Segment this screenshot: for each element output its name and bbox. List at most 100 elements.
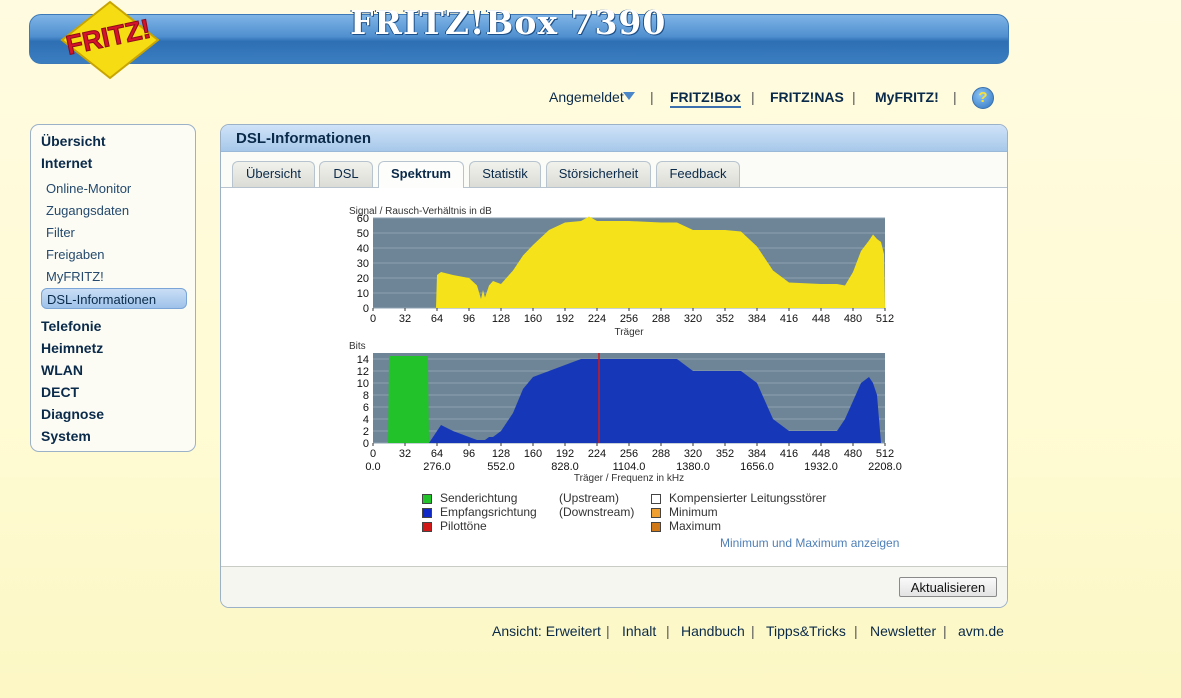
legend-downstream: Empfangsrichtung xyxy=(440,505,537,519)
nav-separator: | xyxy=(751,89,755,105)
x-tick-label: 0 xyxy=(370,313,376,325)
sidebar-item-telefonie[interactable]: Telefonie xyxy=(41,318,101,334)
chart1-ylabel: Signal / Rausch-Verhältnis in dB xyxy=(349,206,492,217)
footer-link-newsletter[interactable]: Newsletter xyxy=(870,623,936,639)
chart1-x-ticks: 0 32 64 96 128 160 192 224 256 288 320 352 384 416 448… xyxy=(370,308,894,325)
y-tick-label: 20 xyxy=(357,273,369,285)
chart2-xlabel: Träger / Frequenz in kHz xyxy=(574,473,684,484)
sidebar-item-myfritz[interactable]: MyFRITZ! xyxy=(46,269,104,284)
y-tick-label: 0 xyxy=(363,303,369,315)
y-tick-label: 10 xyxy=(357,288,369,300)
sidebar-item-dsl-informationen[interactable]: DSL-Informationen xyxy=(41,288,187,309)
tab-dsl[interactable]: DSL xyxy=(319,161,373,187)
content-panel: DSL-Informationen Übersicht DSL Spektrum… xyxy=(220,124,1008,608)
x-tick-label: 320 xyxy=(684,448,702,460)
product-title: FRITZ!Box 7390 xyxy=(350,3,667,42)
x-tick-label: 416 xyxy=(780,448,798,460)
page-title: DSL-Informationen xyxy=(236,130,371,147)
footer-separator: | xyxy=(666,623,670,639)
tab-feedback[interactable]: Feedback xyxy=(656,161,740,187)
x-tick-label: 32 xyxy=(399,448,411,460)
khz-tick-label: 276.0 xyxy=(423,461,451,473)
sidebar-item-heimnetz[interactable]: Heimnetz xyxy=(41,340,103,356)
x-tick-label: 128 xyxy=(492,313,510,325)
x-tick-label: 64 xyxy=(431,448,443,460)
sidebar-item-diagnose[interactable]: Diagnose xyxy=(41,406,104,422)
x-tick-label: 0 xyxy=(370,448,376,460)
y-tick-label: 30 xyxy=(357,258,369,270)
chart2-x-ticks: 0 32 64 96 128 160 192 224 256 288 320 352 384 416 448… xyxy=(370,443,894,460)
x-tick-label: 512 xyxy=(876,448,894,460)
khz-tick-label: 2208.0 xyxy=(868,461,902,473)
x-tick-label: 192 xyxy=(556,448,574,460)
x-tick-label: 128 xyxy=(492,448,510,460)
chevron-down-icon[interactable] xyxy=(623,92,635,100)
footer-link-avm[interactable]: avm.de xyxy=(958,623,1004,639)
x-tick-label: 288 xyxy=(652,313,670,325)
y-tick-label: 2 xyxy=(363,426,369,438)
sidebar-item-wlan[interactable]: WLAN xyxy=(41,362,83,378)
chart2-ylabel: Bits xyxy=(349,341,366,352)
sidebar-item-internet[interactable]: Internet xyxy=(41,155,92,171)
refresh-button[interactable]: Aktualisieren xyxy=(899,577,997,597)
khz-tick-label: 1656.0 xyxy=(740,461,774,473)
sidebar-item-dect[interactable]: DECT xyxy=(41,384,79,400)
nav-separator: | xyxy=(650,89,654,105)
footer-link-ansicht[interactable]: Ansicht: Erweitert xyxy=(492,623,601,639)
chart1-xlabel: Träger xyxy=(614,327,644,338)
show-minmax-link[interactable]: Minimum und Maximum anzeigen xyxy=(720,536,899,550)
tab-bar: Übersicht DSL Spektrum Statistik Störsic… xyxy=(221,161,1007,189)
legend-pilot: Pilottöne xyxy=(440,519,487,533)
chart-area: Signal / Rausch-Verhältnis in dB 0 10 20 30… xyxy=(221,188,1007,566)
legend-upstream: Senderichtung xyxy=(440,491,518,505)
x-tick-label: 224 xyxy=(588,448,606,460)
footer-link-handbuch[interactable]: Handbuch xyxy=(681,623,745,639)
chart1-y-ticks: 0 10 20 30 40 50 60 xyxy=(357,213,369,315)
legend-upstream-note: (Upstream) xyxy=(559,491,620,505)
sidebar-item-system[interactable]: System xyxy=(41,428,91,444)
footer-link-inhalt[interactable]: Inhalt xyxy=(622,623,656,639)
tab-stoersicherheit[interactable]: Störsicherheit xyxy=(546,161,651,187)
nav-link-myfritz[interactable]: MyFRITZ! xyxy=(875,89,939,105)
legend-swatch-maximum xyxy=(651,522,661,532)
tab-uebersicht[interactable]: Übersicht xyxy=(232,161,315,187)
x-tick-label: 32 xyxy=(399,313,411,325)
fritz-logo[interactable]: FRITZ! xyxy=(58,0,162,80)
footer-link-tipps-tricks[interactable]: Tipps&Tricks xyxy=(766,623,846,639)
sidebar-item-zugangsdaten[interactable]: Zugangsdaten xyxy=(46,203,129,218)
khz-tick-label: 1932.0 xyxy=(804,461,838,473)
content-footer: Aktualisieren xyxy=(221,566,1007,607)
footer-separator: | xyxy=(751,623,755,639)
x-tick-label: 352 xyxy=(716,313,734,325)
y-tick-label: 40 xyxy=(357,243,369,255)
x-tick-label: 352 xyxy=(716,448,734,460)
x-tick-label: 256 xyxy=(620,313,638,325)
x-tick-label: 384 xyxy=(748,448,766,460)
y-tick-label: 50 xyxy=(357,228,369,240)
y-tick-label: 8 xyxy=(363,390,369,402)
chart2-y-ticks: 02468101214 xyxy=(357,354,369,450)
x-tick-label: 288 xyxy=(652,448,670,460)
sidebar-item-filter[interactable]: Filter xyxy=(46,225,75,240)
khz-tick-label: 0.0 xyxy=(365,461,380,473)
y-tick-label: 4 xyxy=(363,414,369,426)
x-tick-label: 416 xyxy=(780,313,798,325)
x-tick-label: 480 xyxy=(844,313,862,325)
legend-swatch-downstream xyxy=(422,508,432,518)
x-tick-label: 192 xyxy=(556,313,574,325)
x-tick-label: 448 xyxy=(812,313,830,325)
nav-link-fritzbox[interactable]: FRITZ!Box xyxy=(670,89,741,108)
y-tick-label: 60 xyxy=(357,213,369,225)
sidebar-item-uebersicht[interactable]: Übersicht xyxy=(41,133,106,149)
sidebar-item-online-monitor[interactable]: Online-Monitor xyxy=(46,181,131,196)
login-status[interactable]: Angemeldet xyxy=(549,89,624,105)
help-icon[interactable]: ? xyxy=(972,87,994,109)
y-tick-label: 12 xyxy=(357,366,369,378)
khz-tick-label: 552.0 xyxy=(487,461,515,473)
series-area-senderichtung xyxy=(388,356,429,443)
tab-spektrum[interactable]: Spektrum xyxy=(378,161,464,189)
y-tick-label: 0 xyxy=(363,438,369,450)
sidebar-item-freigaben[interactable]: Freigaben xyxy=(46,247,105,262)
nav-link-fritznas[interactable]: FRITZ!NAS xyxy=(770,89,844,105)
tab-statistik[interactable]: Statistik xyxy=(469,161,541,187)
